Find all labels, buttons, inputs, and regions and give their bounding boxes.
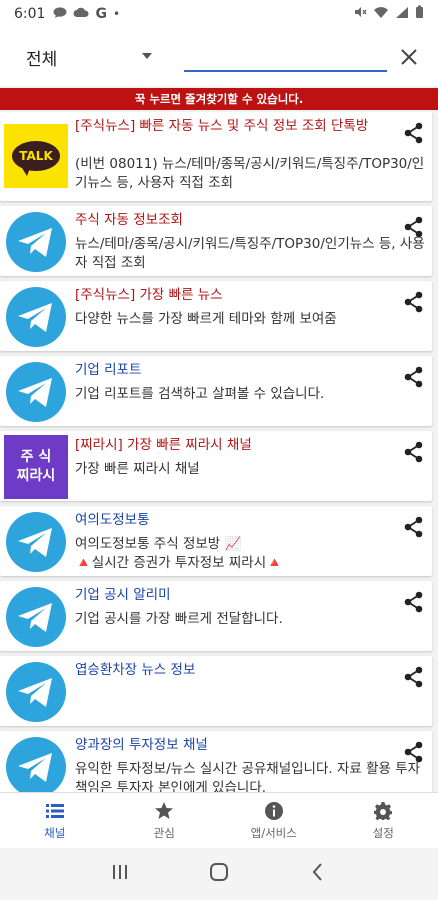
channel-card[interactable]: 양과장의 투자정보 채널 유익한 투자정보/뉴스 실시간 공유채널입니다. 자료… [0, 731, 432, 792]
recent-apps-icon [112, 865, 127, 879]
close-button[interactable] [394, 42, 424, 72]
tab-apps-services[interactable]: 앱/서비스 [219, 793, 329, 848]
filter-value: 전체 [26, 49, 58, 70]
telegram-icon [4, 510, 68, 574]
channel-title: [주식뉴스] 가장 빠른 뉴스 [75, 287, 223, 303]
channel-description: 다양한 뉴스를 가장 빠르게 테마와 함께 보여줌 [75, 311, 337, 327]
share-icon[interactable] [404, 666, 424, 688]
channel-card[interactable]: 기업 리포트 기업 리포트를 검색하고 살펴볼 수 있습니다. [0, 356, 432, 426]
channel-title: 양과장의 투자정보 채널 [75, 737, 208, 753]
home-button[interactable] [208, 861, 230, 887]
channel-description: 🔺실시간 증권가 투자정보 찌라시🔺 [75, 555, 283, 571]
list-icon [45, 803, 64, 818]
channel-description: 가장 빠른 찌라시 채널 [75, 461, 200, 477]
channel-card[interactable]: TALK [주식뉴스] 빠른 자동 뉴스 및 주식 정보 조회 단톡방 (비번 … [0, 112, 432, 201]
tab-channels[interactable]: 채널 [0, 793, 110, 848]
tab-label: 설정 [372, 825, 394, 840]
channel-title: 기업 리포트 [75, 362, 142, 378]
chat-icon [53, 6, 67, 22]
star-icon [155, 801, 174, 819]
share-icon[interactable] [404, 216, 424, 238]
channel-description: 기업 공시를 가장 빠르게 전달합니다. [75, 611, 283, 627]
kakaotalk-icon: TALK [4, 124, 68, 188]
channel-title: [찌라시] 가장 빠른 찌라시 채널 [75, 437, 252, 453]
channel-title: 여의도정보통 [75, 512, 150, 528]
channel-card[interactable]: 기업 공시 알리미 기업 공시를 가장 빠르게 전달합니다. [0, 581, 432, 651]
channel-description: 여의도정보통 주식 정보방 📈 [75, 536, 242, 552]
back-icon [312, 863, 323, 881]
tab-label: 앱/서비스 [250, 825, 297, 840]
search-input[interactable] [184, 40, 387, 72]
share-icon[interactable] [404, 291, 424, 313]
status-time: 6:01 [14, 6, 46, 22]
mute-icon [353, 5, 367, 23]
recent-apps-button[interactable] [109, 861, 131, 887]
channel-title: 엽승환차장 뉴스 정보 [75, 662, 196, 678]
status-bar: 6:01 G • [0, 0, 438, 28]
tab-settings[interactable]: 설정 [329, 793, 438, 848]
tab-label: 관심 [153, 825, 175, 840]
channel-card[interactable]: 엽승환차장 뉴스 정보 [0, 656, 432, 726]
channel-title: [주식뉴스] 빠른 자동 뉴스 및 주식 정보 조회 단톡방 [75, 118, 369, 134]
signal-icon [395, 6, 409, 23]
share-icon[interactable] [404, 441, 424, 463]
channel-card[interactable]: [주식뉴스] 가장 빠른 뉴스 다양한 뉴스를 가장 빠르게 테마와 함께 보여… [0, 281, 432, 351]
channel-card[interactable]: 여의도정보통 여의도정보통 주식 정보방 📈 🔺실시간 증권가 투자정보 찌라시… [0, 506, 432, 576]
dropdown-caret-icon [142, 53, 152, 59]
share-icon[interactable] [404, 366, 424, 388]
telegram-icon [4, 360, 68, 424]
channel-description: 기업 리포트를 검색하고 살펴볼 수 있습니다. [75, 386, 325, 402]
close-icon [401, 49, 417, 65]
share-icon[interactable] [404, 516, 424, 538]
channel-title: 주식 자동 정보조회 [75, 212, 183, 228]
telegram-icon [4, 735, 68, 792]
channel-list: TALK [주식뉴스] 빠른 자동 뉴스 및 주식 정보 조회 단톡방 (비번 … [0, 112, 438, 792]
channel-description: 유익한 투자정보/뉴스 실시간 공유채널입니다. 자료 활용 투자 책임은 투자… [75, 761, 421, 792]
kakaotalk-label: TALK [12, 141, 60, 176]
telegram-icon [4, 285, 68, 349]
channel-description: 뉴스/테마/종목/공시/키워드/특징주/TOP30/인기뉴스 등, 사용자 직접… [75, 236, 425, 271]
wifi-icon [373, 6, 389, 23]
share-icon[interactable] [404, 122, 424, 144]
tab-favorites[interactable]: 관심 [110, 793, 220, 848]
back-button[interactable] [307, 861, 329, 887]
telegram-icon [4, 210, 68, 274]
battery-icon [415, 5, 424, 23]
bottom-navigation: 채널 관심 앱/서비스 설정 [0, 792, 438, 848]
gear-icon [374, 801, 393, 820]
filter-dropdown[interactable]: 전체 [26, 44, 152, 70]
stock-chirashi-icon: 주 식 찌라시 [4, 435, 68, 499]
google-icon: G [95, 6, 107, 22]
telegram-icon [4, 585, 68, 649]
system-navigation-bar [0, 848, 438, 900]
channel-description: (비번 08011) 뉴스/테마/종목/공시/키워드/특징주/TOP30/인기뉴… [75, 156, 425, 191]
share-icon[interactable] [404, 741, 424, 763]
chirashi-label-1: 주 식 [20, 449, 52, 465]
home-icon [209, 863, 228, 881]
telegram-icon [4, 660, 68, 724]
favorite-hint-banner: 꾹 누르면 즐겨찾기할 수 있습니다. [0, 88, 438, 110]
channel-card[interactable]: 주식 자동 정보조회 뉴스/테마/종목/공시/키워드/특징주/TOP30/인기뉴… [0, 206, 432, 276]
tab-label: 채널 [44, 825, 66, 840]
share-icon[interactable] [404, 591, 424, 613]
channel-card[interactable]: 주 식 찌라시 [찌라시] 가장 빠른 찌라시 채널 가장 빠른 찌라시 채널 [0, 431, 432, 501]
channel-title: 기업 공시 알리미 [75, 587, 171, 603]
cloud-icon [73, 7, 89, 21]
top-bar: 전체 [0, 28, 438, 86]
chirashi-label-2: 찌라시 [16, 468, 56, 484]
info-icon [264, 801, 283, 820]
dot-icon: • [112, 7, 121, 21]
